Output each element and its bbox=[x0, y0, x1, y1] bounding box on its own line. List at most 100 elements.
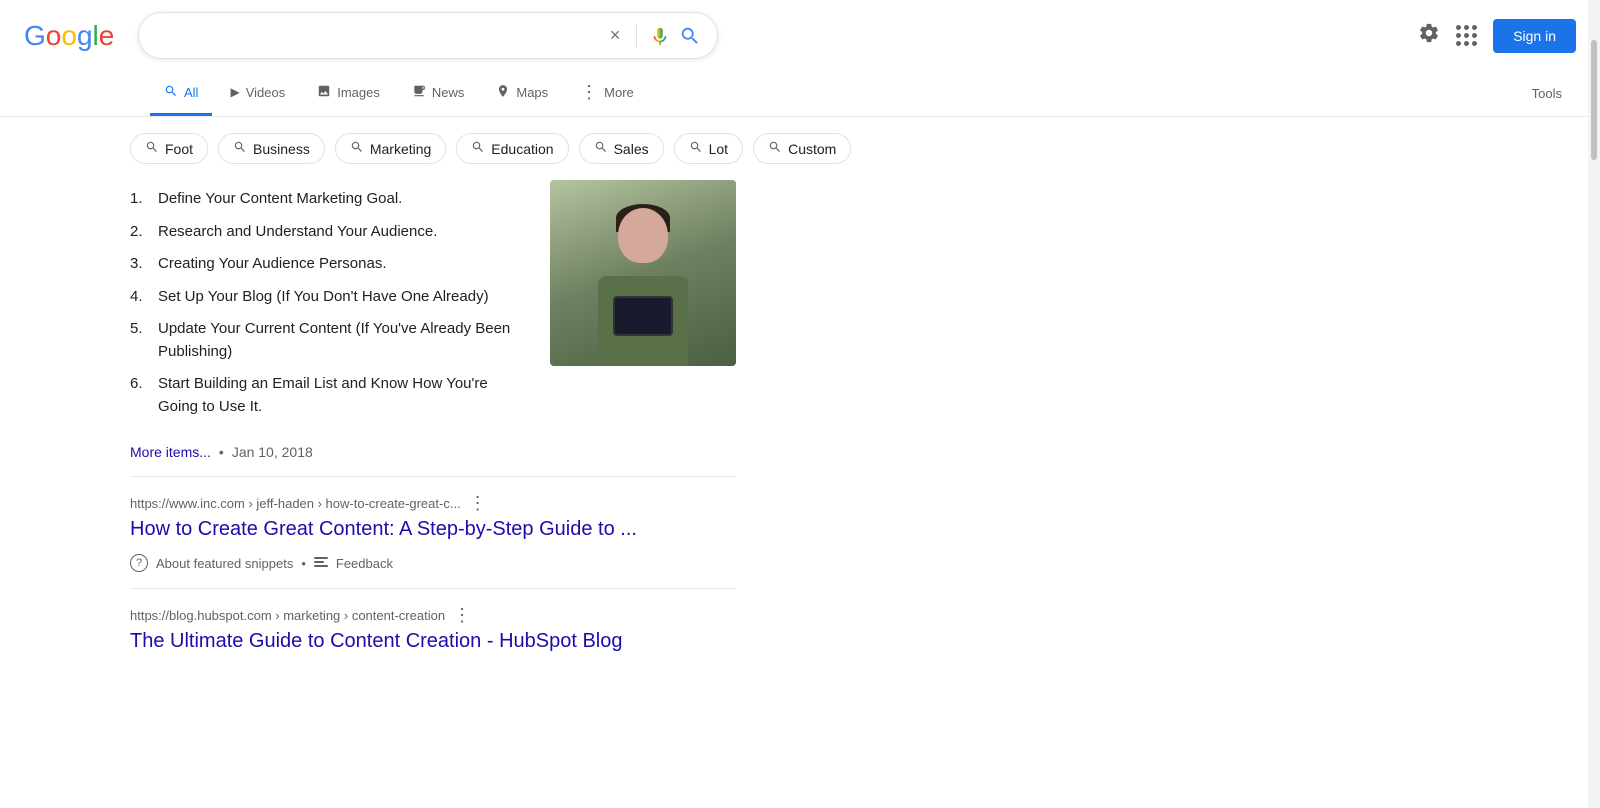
apps-icon[interactable] bbox=[1452, 21, 1481, 50]
chip-foot[interactable]: Foot bbox=[130, 133, 208, 164]
chip-foot-label: Foot bbox=[165, 141, 193, 157]
person-figure bbox=[550, 180, 736, 366]
person-body bbox=[598, 276, 688, 366]
snippet-image bbox=[550, 180, 736, 366]
chip-search-icon-7 bbox=[768, 140, 782, 157]
search-box: how to create content × bbox=[138, 12, 718, 59]
tab-videos[interactable]: ▶ Videos bbox=[216, 73, 299, 115]
search-button[interactable] bbox=[679, 25, 701, 47]
tab-more-label: More bbox=[604, 85, 634, 100]
chip-education[interactable]: Education bbox=[456, 133, 568, 164]
all-icon bbox=[164, 84, 178, 101]
feedback-help-icon[interactable]: ? bbox=[130, 554, 148, 572]
tools-button[interactable]: Tools bbox=[1518, 74, 1576, 113]
snippet-item-1-text: Define Your Content Marketing Goal. bbox=[158, 188, 402, 211]
tab-news-label: News bbox=[432, 85, 465, 100]
snippet-item-2-text: Research and Understand Your Audience. bbox=[158, 221, 437, 244]
tab-maps-label: Maps bbox=[516, 85, 548, 100]
snippet-item-5-text: Update Your Current Content (If You've A… bbox=[158, 318, 526, 363]
person-head bbox=[618, 208, 668, 263]
images-icon bbox=[317, 84, 331, 101]
google-logo: Google bbox=[24, 20, 114, 52]
chips-row: Foot Business Marketing Education Sales … bbox=[0, 117, 1600, 172]
chip-custom[interactable]: Custom bbox=[753, 133, 851, 164]
scrollbar-thumb[interactable] bbox=[1591, 40, 1597, 160]
search-input[interactable]: how to create content bbox=[155, 27, 597, 45]
feedback-flag-icon[interactable] bbox=[314, 557, 328, 569]
snippet-list-area: Define Your Content Marketing Goal. Rese… bbox=[130, 180, 526, 460]
header: Google how to create content × bbox=[0, 0, 1600, 71]
flag-bar-2 bbox=[314, 561, 324, 563]
tab-maps[interactable]: Maps bbox=[482, 72, 562, 116]
snippet-list: Define Your Content Marketing Goal. Rese… bbox=[130, 180, 526, 436]
snippet-item-2: Research and Understand Your Audience. bbox=[130, 221, 526, 244]
result-2-title[interactable]: The Ultimate Guide to Content Creation -… bbox=[130, 628, 736, 654]
news-icon bbox=[412, 84, 426, 101]
snippet-item-5: Update Your Current Content (If You've A… bbox=[130, 318, 526, 363]
snippet-date: Jan 10, 2018 bbox=[232, 444, 313, 460]
result-1-more-button[interactable]: ⋮ bbox=[469, 493, 487, 514]
chip-search-icon bbox=[145, 140, 159, 157]
snippet-item-4: Set Up Your Blog (If You Don't Have One … bbox=[130, 286, 526, 309]
tab-news[interactable]: News bbox=[398, 72, 479, 116]
tab-more[interactable]: ⋮ More bbox=[566, 71, 648, 116]
tab-images-label: Images bbox=[337, 85, 380, 100]
videos-icon: ▶ bbox=[230, 85, 239, 99]
chip-sales-label: Sales bbox=[614, 141, 649, 157]
person-tablet bbox=[613, 296, 673, 336]
chip-search-icon-3 bbox=[350, 140, 364, 157]
tab-images[interactable]: Images bbox=[303, 72, 394, 116]
result-2-more-button[interactable]: ⋮ bbox=[453, 605, 471, 626]
tab-all[interactable]: All bbox=[150, 72, 212, 116]
chip-lot[interactable]: Lot bbox=[674, 133, 743, 164]
chip-search-icon-2 bbox=[233, 140, 247, 157]
snippet-item-6: Start Building an Email List and Know Ho… bbox=[130, 373, 526, 418]
result-1-url-row: https://www.inc.com › jeff-haden › how-t… bbox=[130, 493, 736, 514]
snippet-item-1: Define Your Content Marketing Goal. bbox=[130, 188, 526, 211]
result-2-url: https://blog.hubspot.com › marketing › c… bbox=[130, 608, 445, 623]
settings-icon[interactable] bbox=[1418, 22, 1440, 50]
flag-bar-3 bbox=[314, 565, 328, 567]
search-divider bbox=[636, 24, 637, 48]
chip-business-label: Business bbox=[253, 141, 310, 157]
sign-in-button[interactable]: Sign in bbox=[1493, 19, 1576, 53]
feedback-dot-separator: • bbox=[301, 556, 306, 571]
result-divider-1 bbox=[130, 476, 736, 477]
snippet-dot: • bbox=[219, 444, 224, 460]
results-area: Define Your Content Marketing Goal. Rese… bbox=[0, 172, 760, 682]
tab-all-label: All bbox=[184, 85, 198, 100]
tab-videos-label: Videos bbox=[246, 85, 286, 100]
chip-search-icon-4 bbox=[471, 140, 485, 157]
nav-tabs: All ▶ Videos Images News Maps ⋮ More Too… bbox=[0, 71, 1600, 117]
feedback-row: ? About featured snippets • Feedback bbox=[130, 554, 736, 572]
result-1-title[interactable]: How to Create Great Content: A Step-by-S… bbox=[130, 516, 736, 542]
snippet-item-4-text: Set Up Your Blog (If You Don't Have One … bbox=[158, 286, 489, 309]
maps-icon bbox=[496, 84, 510, 101]
snippet-item-6-text: Start Building an Email List and Know Ho… bbox=[158, 373, 526, 418]
chip-marketing-label: Marketing bbox=[370, 141, 431, 157]
chip-custom-label: Custom bbox=[788, 141, 836, 157]
mic-icon[interactable] bbox=[649, 25, 671, 47]
chip-lot-label: Lot bbox=[709, 141, 728, 157]
result-1-url: https://www.inc.com › jeff-haden › how-t… bbox=[130, 496, 461, 511]
result-divider-2 bbox=[130, 588, 736, 589]
chip-search-icon-5 bbox=[594, 140, 608, 157]
chip-search-icon-6 bbox=[689, 140, 703, 157]
chip-education-label: Education bbox=[491, 141, 553, 157]
feedback-about-label: About featured snippets bbox=[156, 556, 293, 571]
scrollbar[interactable] bbox=[1588, 0, 1600, 808]
snippet-item-3-text: Creating Your Audience Personas. bbox=[158, 253, 387, 276]
more-items-row: More items... • Jan 10, 2018 bbox=[130, 444, 526, 460]
chip-marketing[interactable]: Marketing bbox=[335, 133, 446, 164]
result-2-url-row: https://blog.hubspot.com › marketing › c… bbox=[130, 605, 736, 626]
featured-snippet: Define Your Content Marketing Goal. Rese… bbox=[130, 180, 736, 460]
chip-sales[interactable]: Sales bbox=[579, 133, 664, 164]
flag-bar-1 bbox=[314, 557, 328, 559]
chip-business[interactable]: Business bbox=[218, 133, 325, 164]
more-items-link[interactable]: More items... bbox=[130, 444, 211, 460]
clear-icon[interactable]: × bbox=[606, 21, 625, 50]
snippet-item-3: Creating Your Audience Personas. bbox=[130, 253, 526, 276]
more-icon: ⋮ bbox=[580, 83, 598, 101]
header-right: Sign in bbox=[1418, 19, 1576, 53]
feedback-label[interactable]: Feedback bbox=[336, 556, 393, 571]
